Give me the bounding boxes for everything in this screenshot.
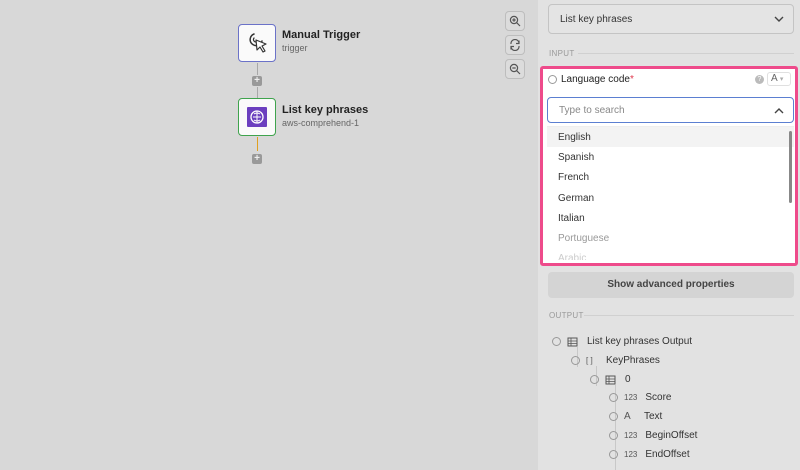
select-radio[interactable]	[552, 337, 561, 346]
select-radio[interactable]	[590, 375, 599, 384]
language-search-input[interactable]	[548, 98, 748, 122]
workflow-canvas[interactable]: Manual Trigger trigger + List key phrase…	[0, 0, 538, 470]
section-divider	[578, 53, 794, 54]
operation-select-value: List key phrases	[560, 14, 633, 25]
tree-item-label: KeyPhrases	[606, 355, 660, 366]
option-arabic[interactable]: Arabic	[547, 248, 794, 260]
trigger-node-subtitle: trigger	[282, 43, 308, 53]
output-tree-item[interactable]: 123 Score	[609, 392, 671, 403]
number-type-icon: 123	[624, 431, 638, 440]
table-icon	[605, 375, 616, 384]
text-type-icon: A	[624, 411, 631, 422]
select-radio[interactable]	[609, 431, 618, 440]
active-connector-line	[257, 137, 258, 151]
select-radio[interactable]	[609, 450, 618, 459]
language-code-field: Language code* ? A ▾ English Spanish Fre…	[540, 66, 798, 266]
output-tree-item[interactable]: List key phrases Output	[552, 336, 692, 347]
number-type-icon: 123	[624, 450, 638, 459]
list-key-phrases-node[interactable]	[238, 98, 276, 136]
tree-item-label: Text	[644, 411, 663, 422]
trigger-node-title: Manual Trigger	[282, 29, 361, 41]
options-scrollbar[interactable]	[789, 131, 792, 203]
output-tree-item[interactable]: [ ] KeyPhrases	[571, 355, 660, 366]
manual-trigger-node[interactable]	[238, 24, 276, 62]
select-radio[interactable]	[609, 412, 618, 421]
tree-item-label: BeginOffset	[645, 430, 698, 441]
output-tree-item[interactable]: 123 BeginOffset	[609, 430, 697, 441]
chevron-down-icon	[774, 16, 784, 22]
field-select-radio[interactable]	[548, 75, 557, 84]
table-icon	[567, 337, 578, 346]
chevron-up-icon[interactable]	[773, 106, 785, 116]
tree-item-label: EndOffset	[645, 449, 690, 460]
connector-line	[257, 87, 258, 98]
input-section-label: INPUT	[549, 49, 575, 58]
select-radio[interactable]	[609, 393, 618, 402]
language-search-box[interactable]	[547, 97, 794, 123]
option-italian[interactable]: Italian	[547, 208, 794, 228]
tree-item-label: List key phrases Output	[587, 336, 693, 347]
option-german[interactable]: German	[547, 188, 794, 208]
tree-item-label: Score	[645, 392, 672, 403]
language-options-list[interactable]: English Spanish French German Italian Po…	[547, 126, 794, 260]
zoom-in-icon	[509, 15, 521, 27]
comprehend-node-title: List key phrases	[282, 104, 369, 116]
connector-line	[257, 63, 258, 75]
number-type-icon: 123	[624, 393, 638, 402]
add-step-plus-icon[interactable]: +	[252, 76, 262, 86]
option-french[interactable]: French	[547, 167, 794, 187]
cursor-click-icon	[249, 33, 267, 53]
array-type-icon: [ ]	[586, 356, 593, 365]
tree-item-label: 0	[625, 374, 631, 385]
reset-zoom-button[interactable]	[505, 35, 525, 55]
output-tree-item[interactable]: 0	[590, 374, 631, 385]
option-spanish[interactable]: Spanish	[547, 147, 794, 167]
show-advanced-properties-button[interactable]: Show advanced properties	[548, 272, 794, 298]
option-portuguese[interactable]: Portuguese	[547, 228, 794, 248]
reset-rotate-icon	[510, 39, 520, 51]
output-tree-item[interactable]: A Text	[609, 411, 662, 422]
help-icon[interactable]: ?	[755, 75, 764, 84]
option-english[interactable]: English	[547, 127, 794, 148]
select-radio[interactable]	[571, 356, 580, 365]
zoom-out-button[interactable]	[505, 59, 525, 79]
output-section-label: OUTPUT	[549, 311, 584, 320]
aws-comprehend-brain-icon	[247, 107, 267, 127]
section-divider	[584, 315, 794, 316]
language-code-label: Language code*	[561, 74, 634, 85]
output-tree-item[interactable]: 123 EndOffset	[609, 449, 690, 460]
zoom-in-button[interactable]	[505, 11, 525, 31]
zoom-out-icon	[509, 63, 521, 75]
input-type-toggle[interactable]: A ▾	[767, 72, 791, 86]
operation-select[interactable]: List key phrases	[548, 4, 794, 34]
comprehend-node-subtitle: aws-comprehend-1	[282, 118, 360, 128]
add-step-plus-icon[interactable]: +	[252, 154, 262, 164]
